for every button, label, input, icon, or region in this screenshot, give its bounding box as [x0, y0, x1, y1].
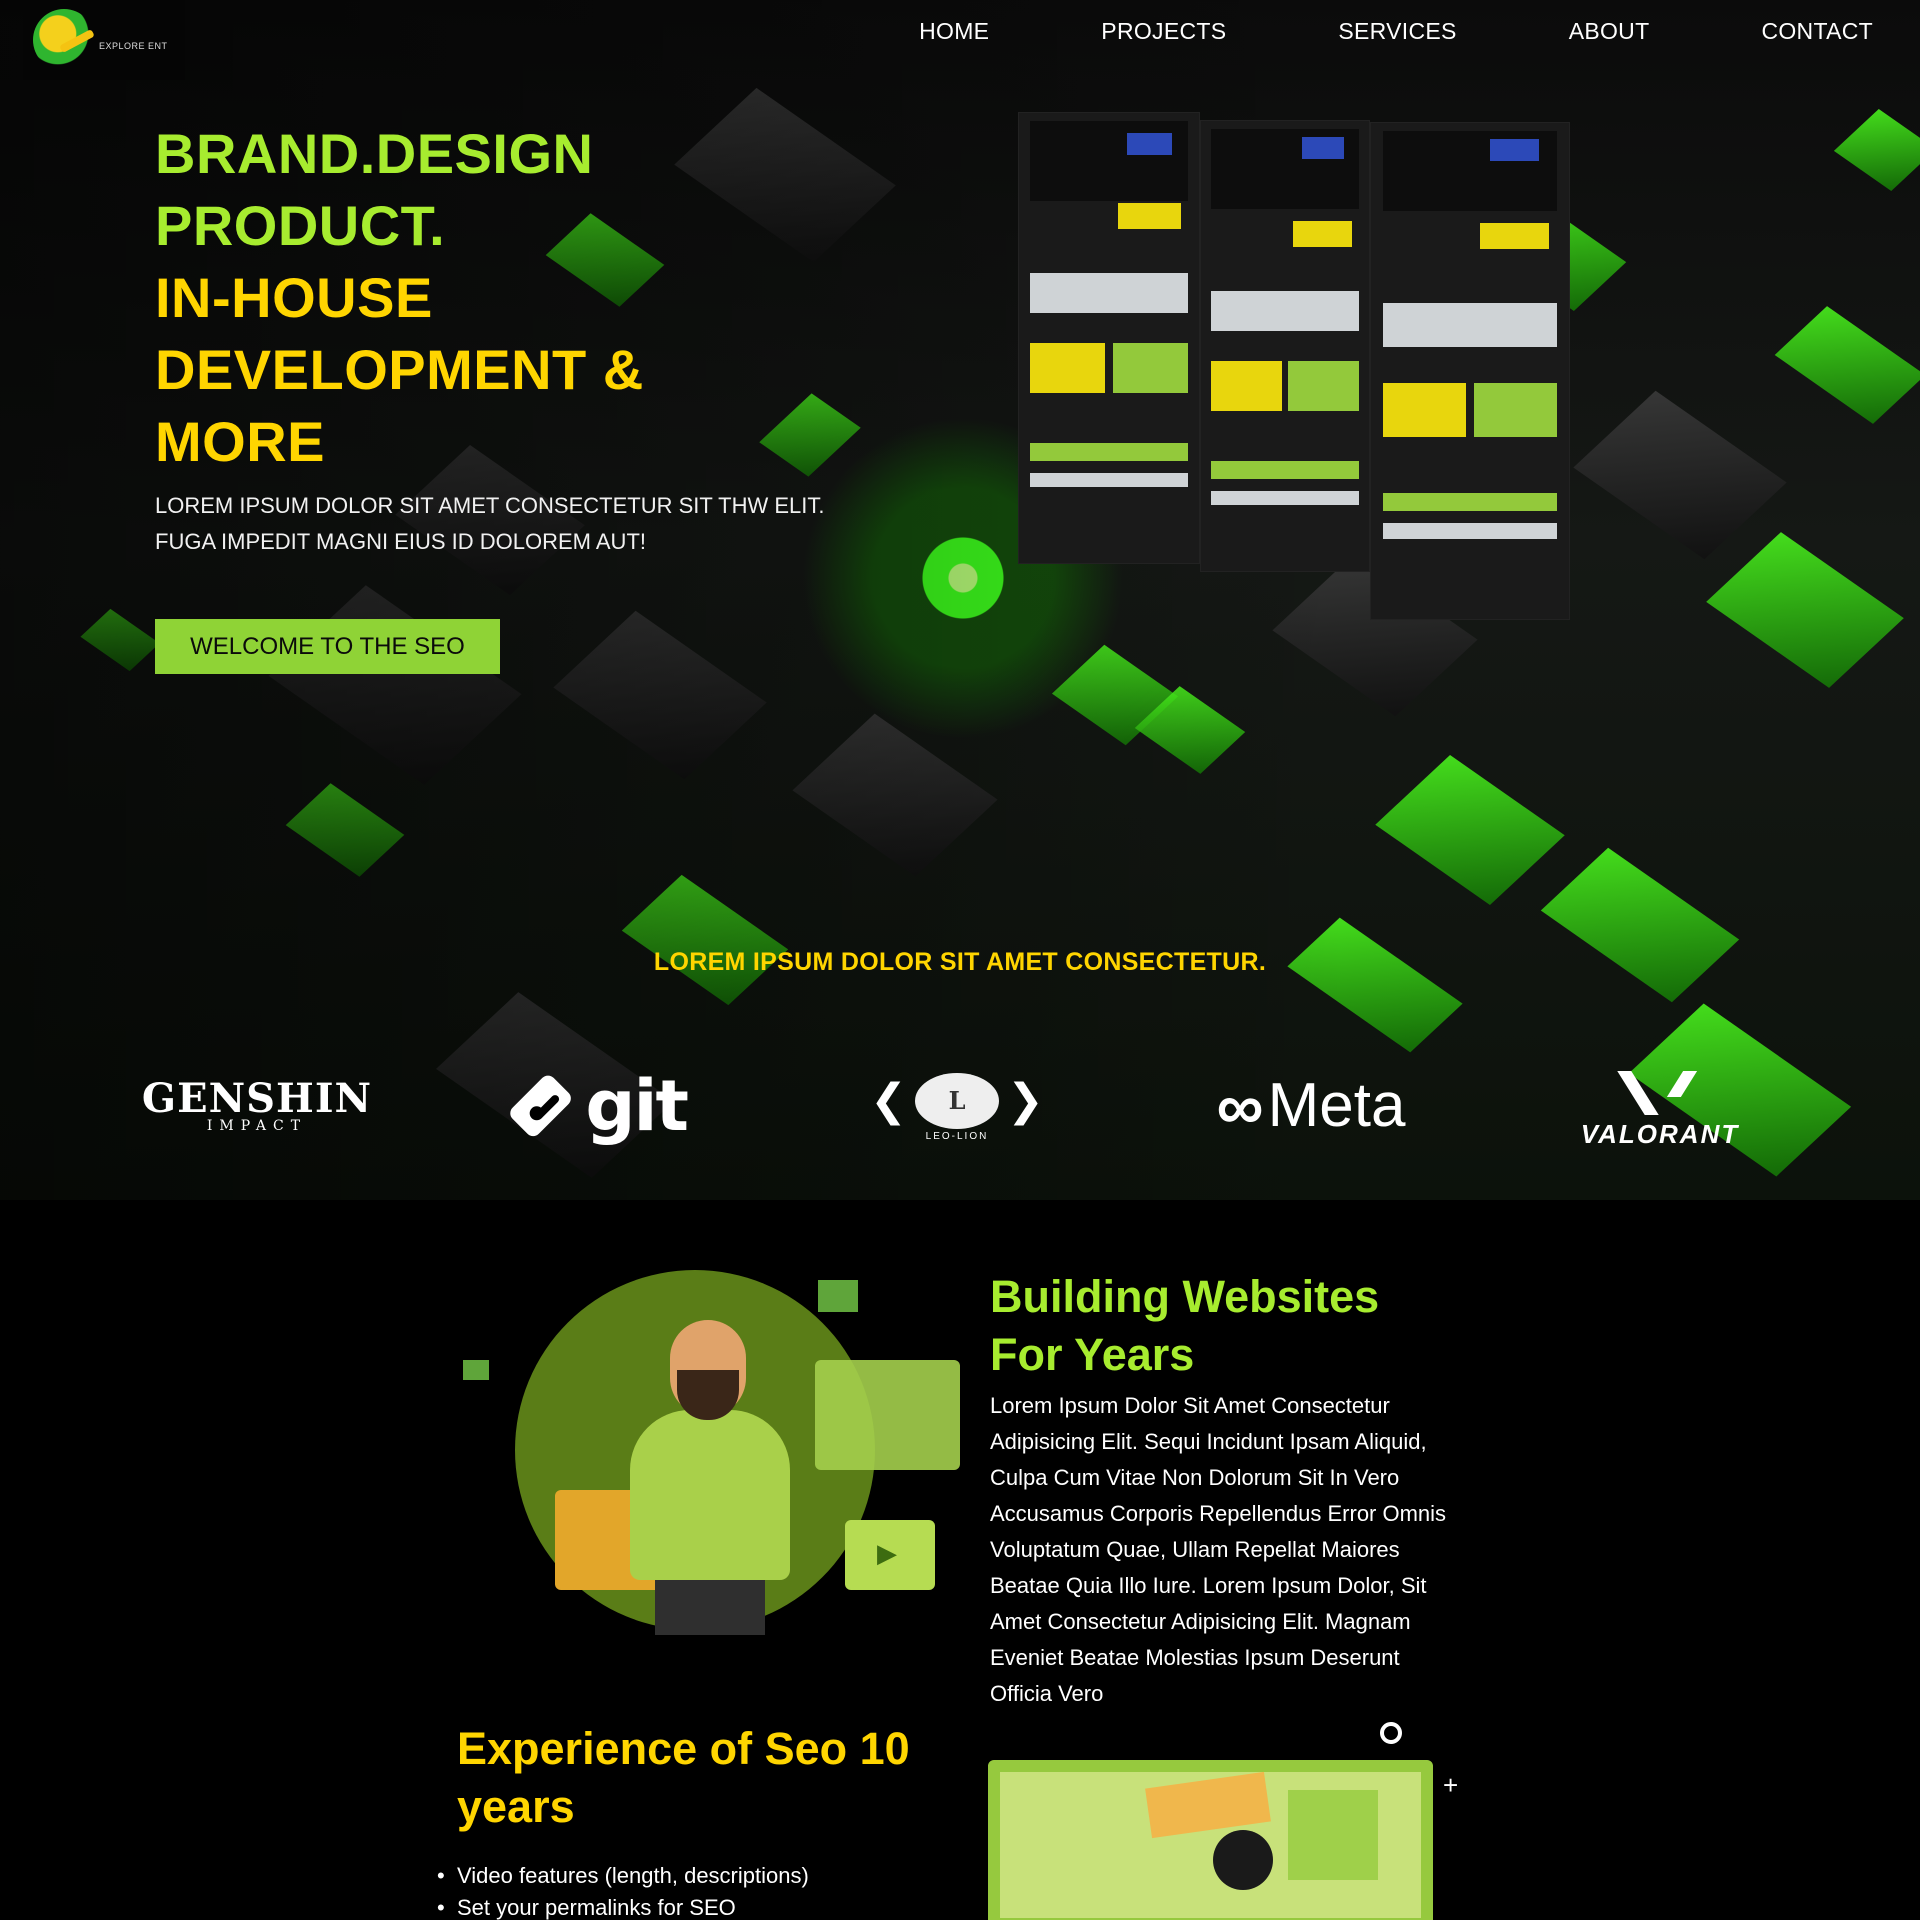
plus-icon: + — [1443, 1770, 1459, 1800]
nav-projects[interactable]: PROJECTS — [1101, 14, 1226, 48]
hero-subtext: LOREM IPSUM DOLOR SIT AMET CONSECTETUR S… — [155, 488, 824, 560]
hero-subtext-line-1: LOREM IPSUM DOLOR SIT AMET CONSECTETUR S… — [155, 493, 825, 518]
genshin-logo-word: GENSHIN — [141, 1075, 373, 1122]
screenshot-3 — [1370, 122, 1570, 620]
welcome-cta-button[interactable]: WELCOME TO THE SEO — [155, 619, 500, 674]
leo-badge: L — [915, 1072, 999, 1129]
seo-illustration: + — [988, 1720, 1458, 1920]
nav-home[interactable]: HOME — [919, 14, 989, 48]
experience-item: Set your permalinks for SEO — [437, 1892, 809, 1920]
partner-logos: GENSHIN IMPACT git ❮ L ❯ LEO-LION ∞ Meta… — [0, 1050, 1920, 1170]
about-title: Building Websites For Years — [990, 1268, 1379, 1384]
valorant-v-icon — [1625, 1071, 1695, 1115]
leo-lion-logo: ❮ L ❯ LEO-LION — [862, 1070, 1052, 1144]
experience-item: Video features (length, descriptions) — [437, 1860, 809, 1892]
git-logo: git — [506, 1058, 689, 1154]
experience-list: Video features (length, descriptions) Se… — [437, 1860, 809, 1920]
logo-text: EXPLORE ENT — [99, 41, 168, 51]
git-diamond-icon — [506, 1072, 575, 1140]
screenshot-1 — [1018, 112, 1200, 564]
headline-line-2: PRODUCT. — [155, 194, 446, 257]
developer-illustration — [455, 1260, 960, 1650]
chevron-left-icon: ❮ — [870, 1075, 907, 1125]
hero-section: EXPLORE ENT HOME PROJECTS SERVICES ABOUT… — [0, 0, 1920, 1200]
genshin-logo-subword: IMPACT — [206, 1118, 308, 1134]
valorant-logo: VALORANT — [1560, 1068, 1760, 1152]
hero-subtext-line-2: FUGA IMPEDIT MAGNI EIUS ID DOLOREM AUT! — [155, 529, 646, 554]
about-body: Lorem Ipsum Dolor Sit Amet Consectetur A… — [990, 1393, 1447, 1706]
headline-line-4: DEVELOPMENT & — [155, 338, 644, 401]
valorant-logo-word: VALORANT — [1580, 1118, 1740, 1149]
logo-mark-icon — [33, 9, 95, 71]
about-title-line-2: For Years — [990, 1329, 1195, 1380]
site-logo[interactable]: EXPLORE ENT — [23, 0, 185, 80]
hero-headline: BRAND.DESIGN PRODUCT. IN-HOUSE DEVELOPME… — [155, 118, 644, 478]
nav-contact[interactable]: CONTACT — [1761, 14, 1873, 48]
about-title-line-1: Building Websites — [990, 1271, 1380, 1322]
headline-line-1: BRAND.DESIGN — [155, 122, 594, 185]
headline-line-3: IN-HOUSE — [155, 266, 433, 329]
leo-logo-caption: LEO-LION — [925, 1130, 989, 1142]
meta-logo-word: Meta — [1267, 1071, 1406, 1140]
meta-infinity-icon: ∞ — [1216, 1069, 1264, 1143]
about-section: Building Websites For Years Lorem Ipsum … — [0, 1200, 1920, 1920]
main-nav: HOME PROJECTS SERVICES ABOUT CONTACT — [919, 14, 1873, 48]
screenshot-2 — [1200, 120, 1370, 572]
nav-about[interactable]: ABOUT — [1569, 14, 1650, 48]
experience-title: Experience of Seo 10 years — [457, 1723, 910, 1832]
headline-line-5: MORE — [155, 410, 325, 473]
meta-logo: ∞ Meta — [1200, 1066, 1422, 1146]
hero-tagline: LOREM IPSUM DOLOR SIT AMET CONSECTETUR. — [653, 948, 1267, 976]
website-screenshots-collage — [1018, 112, 1570, 620]
nav-services[interactable]: SERVICES — [1338, 14, 1456, 48]
git-logo-word: git — [585, 1065, 689, 1147]
chevron-right-icon: ❯ — [1007, 1075, 1044, 1125]
genshin-impact-logo: GENSHIN IMPACT — [142, 1072, 371, 1140]
